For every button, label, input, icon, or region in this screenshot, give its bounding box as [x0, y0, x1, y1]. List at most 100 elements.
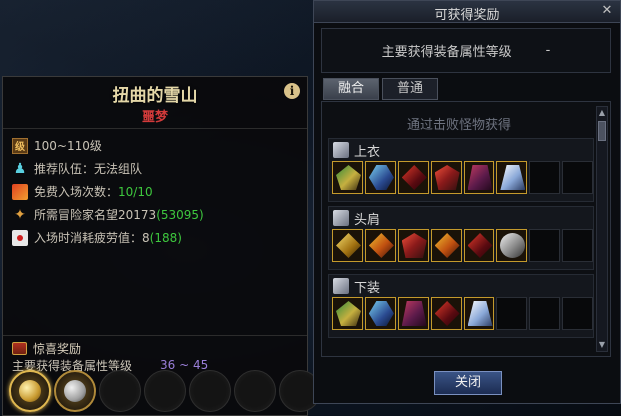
reward-slot-silver-coin[interactable] [54, 370, 96, 412]
equipment-item[interactable] [430, 297, 462, 330]
equipment-item[interactable] [463, 297, 495, 330]
reputation-required: 20173 [118, 207, 157, 222]
empty-item-slot [562, 229, 593, 262]
item-grid [329, 229, 593, 262]
equipment-icon [434, 301, 460, 326]
equipment-item[interactable] [430, 161, 462, 194]
level-badge-icon: 级 [12, 137, 28, 154]
reputation-row: ✦ 所需冒险家名望 20173 (53095) [12, 203, 307, 226]
equipment-item[interactable] [364, 161, 396, 194]
fatigue-row: 入场时消耗疲劳值： 8 (188) [12, 226, 307, 249]
reputation-label: 所需冒险家名望 [34, 208, 119, 222]
equipment-item[interactable] [496, 229, 528, 262]
equipment-item[interactable] [397, 161, 429, 194]
dungeon-info-panel: 扭曲的雪山 噩梦 i 级 100~110级 ♟ 推荐队伍： 无法组队 免费入场次… [2, 76, 321, 416]
equipment-icon [500, 233, 526, 258]
reputation-current: (53095) [156, 207, 204, 222]
scroll-up-icon[interactable]: ▲ [597, 107, 607, 119]
equipment-icon [500, 165, 526, 190]
equipment-item[interactable] [496, 161, 528, 194]
empty-item-slot [496, 297, 528, 330]
scrollbar[interactable]: ▲ ▼ [596, 106, 608, 352]
source-subheading: 通过击败怪物获得 [406, 118, 511, 133]
equipment-item[interactable] [364, 297, 396, 330]
equipment-item[interactable] [430, 229, 462, 262]
silver-coin-icon [64, 380, 86, 402]
fatigue-icon [12, 229, 28, 246]
tab-normal[interactable]: 普通 [382, 78, 438, 100]
category-header: 上衣 [329, 139, 593, 161]
equipment-icon [401, 165, 427, 190]
reward-list: 通过击败怪物获得 上衣 头肩 下装 ▲ ▼ [321, 101, 611, 357]
reward-slot-gold-coin[interactable] [9, 370, 51, 412]
item-grid [329, 161, 593, 194]
reward-slot-empty [144, 370, 186, 412]
level-row: 级 100~110级 [12, 134, 307, 157]
window-titlebar[interactable]: 可获得奖励 ✕ [314, 1, 620, 23]
equipment-item[interactable] [332, 229, 363, 262]
shoulder-armor-icon [333, 210, 349, 226]
equipment-item[interactable] [332, 161, 363, 194]
equipment-item[interactable] [397, 297, 429, 330]
fatigue-remaining: (188) [149, 230, 182, 245]
equipment-icon [336, 233, 361, 258]
reward-slot-empty [189, 370, 231, 412]
equipment-item[interactable] [463, 161, 495, 194]
category-header: 头肩 [329, 207, 593, 229]
level-range: 100~110级 [34, 139, 102, 153]
equipment-icon [467, 165, 493, 190]
empty-item-slot [529, 297, 561, 330]
summary-label: 主要获得装备属性等级 [381, 45, 512, 60]
reputation-icon: ✦ [14, 206, 26, 223]
equipment-icon [434, 165, 460, 190]
surprise-reward-slots [9, 370, 321, 412]
gold-coin-icon [19, 380, 41, 402]
scroll-thumb[interactable] [598, 121, 606, 141]
category-pants: 下装 [328, 274, 594, 338]
party-icon: ♟ [13, 160, 27, 177]
category-label: 头肩 [354, 212, 381, 228]
close-button[interactable]: 关闭 [434, 371, 502, 395]
category-top: 上衣 [328, 138, 594, 202]
equipment-icon [368, 233, 394, 258]
tab-fusion[interactable]: 融合 [323, 78, 379, 100]
empty-item-slot [562, 297, 593, 330]
surprise-reward-title: 惊喜奖励 [12, 339, 301, 357]
pants-armor-icon [333, 278, 349, 294]
equipment-icon [434, 233, 460, 258]
dungeon-name: 扭曲的雪山 [112, 86, 198, 106]
category-label: 下装 [354, 280, 381, 296]
empty-item-slot [562, 161, 593, 194]
surprise-reward-section: 惊喜奖励 主要获得装备属性等级 36 ~ 45 [12, 339, 301, 373]
equipment-icon [336, 301, 361, 326]
empty-item-slot [529, 229, 561, 262]
entry-ticket-icon [12, 183, 28, 200]
party-value: 无法组队 [94, 162, 143, 176]
equipment-icon [401, 233, 427, 258]
equipment-item[interactable] [364, 229, 396, 262]
equipment-item[interactable] [397, 229, 429, 262]
entry-count: 10/10 [118, 184, 153, 199]
entry-row: 免费入场次数： 10/10 [12, 180, 307, 203]
summary-value: - [545, 43, 551, 58]
category-label: 上衣 [354, 144, 381, 160]
party-row: ♟ 推荐队伍： 无法组队 [12, 157, 307, 180]
close-icon[interactable]: ✕ [599, 3, 615, 19]
party-label: 推荐队伍： [34, 162, 95, 176]
available-rewards-window: 可获得奖励 ✕ 主要获得装备属性等级 - 融合 普通 通过击败怪物获得 上衣 头… [313, 0, 621, 404]
equipment-icon [368, 165, 394, 190]
top-armor-icon [333, 142, 349, 158]
equipment-item[interactable] [463, 229, 495, 262]
dungeon-header: 扭曲的雪山 噩梦 i [3, 77, 307, 129]
equipment-item[interactable] [332, 297, 363, 330]
scroll-down-icon[interactable]: ▼ [597, 339, 607, 351]
item-grid [329, 297, 593, 330]
empty-item-slot [529, 161, 561, 194]
window-title: 可获得奖励 [434, 8, 500, 23]
equipment-icon [401, 301, 427, 326]
dungeon-info-list: 级 100~110级 ♟ 推荐队伍： 无法组队 免费入场次数： 10/10 ✦ … [3, 129, 307, 249]
fatigue-label: 入场时消耗疲劳值： [34, 231, 143, 245]
info-icon[interactable]: i [284, 83, 300, 99]
category-header: 下装 [329, 275, 593, 297]
fatigue-cost: 8 [142, 230, 150, 245]
